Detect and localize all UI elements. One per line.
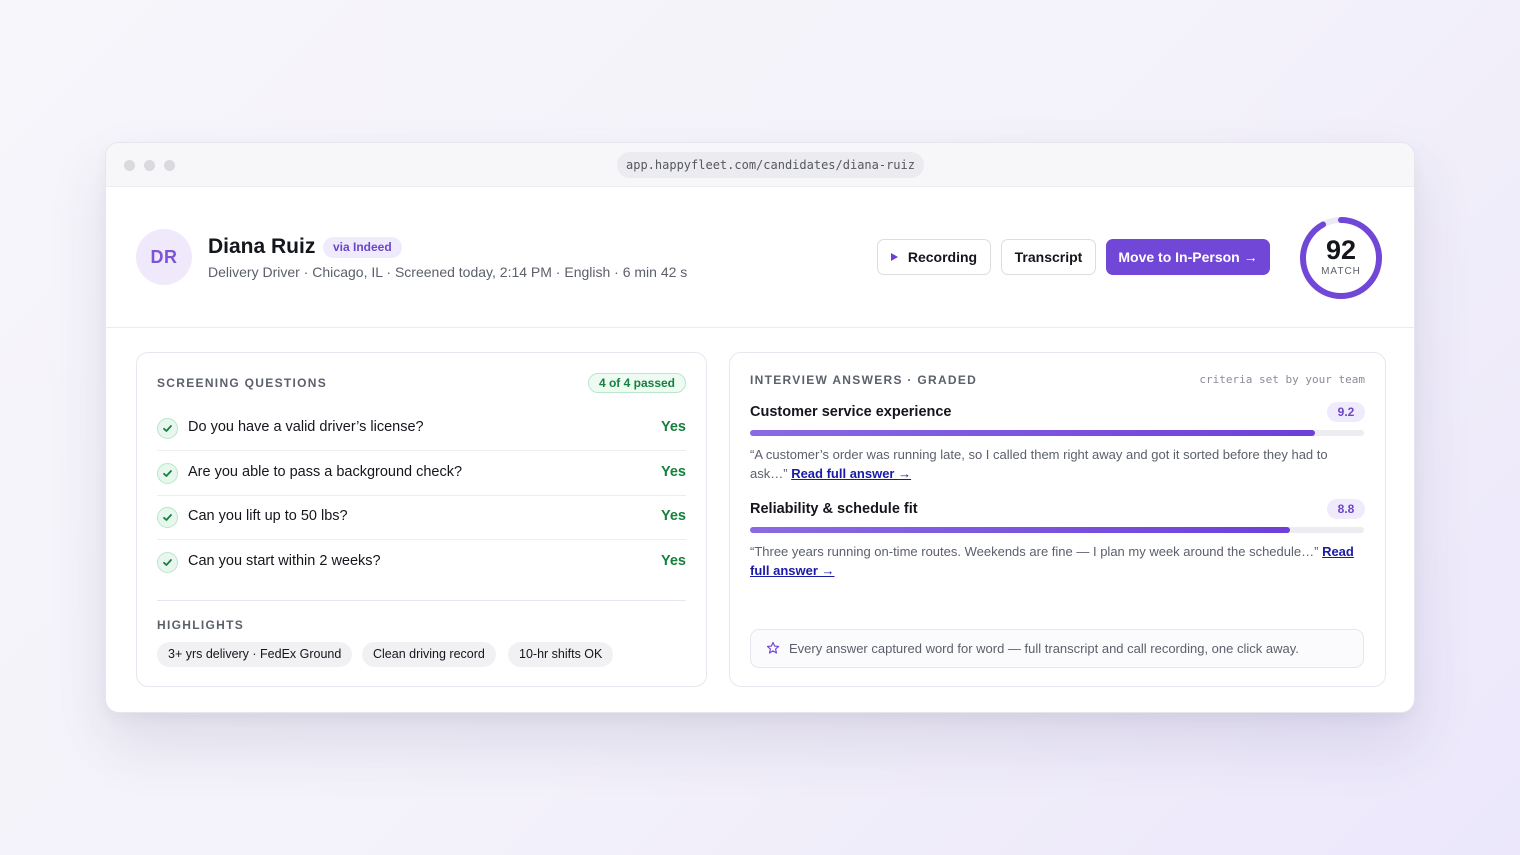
- highlight-chip: 3+ yrs delivery · FedEx Ground: [157, 642, 353, 667]
- candidate-meta: Delivery Driver · Chicago, IL · Screened…: [208, 264, 688, 280]
- highlight-chip: Clean driving record: [362, 642, 496, 667]
- question-text: Are you able to pass a background check?: [188, 464, 463, 480]
- question-text: Can you start within 2 weeks?: [188, 553, 381, 569]
- question-row: Can you lift up to 50 lbs? Yes: [157, 495, 686, 540]
- play-icon: [890, 253, 898, 261]
- candidate-name: Diana Ruiz: [208, 235, 316, 258]
- answer-title: Customer service experience: [750, 404, 952, 420]
- check-icon: [157, 552, 178, 573]
- read-full-answer-link[interactable]: Read full answer →: [791, 466, 911, 481]
- question-text: Do you have a valid driver’s license?: [188, 419, 424, 435]
- answer-quote: “A customer’s order was running late, so…: [750, 445, 1364, 483]
- interview-card: INTERVIEW ANSWERS · GRADED criteria set …: [729, 352, 1386, 687]
- capture-note: Every answer captured word for word — fu…: [750, 629, 1364, 668]
- question-answer: Yes: [661, 419, 686, 435]
- answer-title: Reliability & schedule fit: [750, 501, 918, 517]
- check-icon: [157, 463, 178, 484]
- question-row: Do you have a valid driver’s license? Ye…: [157, 406, 686, 451]
- highlights-title: HIGHLIGHTS: [157, 618, 244, 632]
- question-row: Are you able to pass a background check?…: [157, 451, 686, 496]
- question-text: Can you lift up to 50 lbs?: [188, 508, 348, 524]
- screening-card: SCREENING QUESTIONS 4 of 4 passed Do you…: [136, 352, 707, 687]
- note-text: Every answer captured word for word — fu…: [789, 641, 1299, 656]
- source-badge: via Indeed: [323, 237, 402, 258]
- score-bar-fill: [750, 527, 1291, 533]
- window-minimize-dot[interactable]: [144, 160, 155, 171]
- score-bar: [750, 527, 1364, 533]
- transcript-button[interactable]: Transcript: [1001, 239, 1096, 275]
- address-bar[interactable]: app.happyfleet.com/candidates/diana-ruiz: [617, 152, 924, 178]
- question-answer: Yes: [661, 553, 686, 569]
- browser-chrome: app.happyfleet.com/candidates/diana-ruiz: [106, 143, 1414, 187]
- highlight-chip: 10-hr shifts OK: [508, 642, 614, 667]
- question-row: Can you start within 2 weeks? Yes: [157, 540, 686, 585]
- interview-title: INTERVIEW ANSWERS · GRADED: [750, 373, 978, 387]
- quote-text: “Three years running on-time routes. Wee…: [750, 544, 1319, 559]
- answer-score: 8.8: [1327, 499, 1365, 519]
- window-zoom-dot[interactable]: [164, 160, 175, 171]
- score-bar: [750, 430, 1364, 436]
- answer-quote: “Three years running on-time routes. Wee…: [750, 542, 1364, 580]
- match-score-value: 92: [1325, 235, 1357, 265]
- match-score-label: MATCH: [1321, 266, 1361, 277]
- move-to-in-person-button[interactable]: Move to In-Person →: [1106, 239, 1270, 275]
- avatar: DR: [136, 229, 192, 285]
- answer-score: 9.2: [1327, 402, 1365, 422]
- match-score-ring: 92 MATCH: [1298, 215, 1384, 301]
- divider: [157, 600, 686, 601]
- window-close-dot[interactable]: [124, 160, 135, 171]
- question-answer: Yes: [661, 464, 686, 480]
- check-icon: [157, 507, 178, 528]
- screening-title: SCREENING QUESTIONS: [157, 376, 328, 390]
- check-icon: [157, 418, 178, 439]
- score-bar-fill: [750, 430, 1315, 436]
- browser-window: app.happyfleet.com/candidates/diana-ruiz…: [105, 142, 1415, 713]
- question-answer: Yes: [661, 508, 686, 524]
- passed-badge: 4 of 4 passed: [587, 373, 686, 393]
- criteria-note: criteria set by your team: [1199, 373, 1365, 386]
- recording-button[interactable]: Recording: [877, 239, 991, 275]
- candidate-header: DR Diana Ruiz via Indeed Delivery Driver…: [106, 187, 1414, 328]
- recording-label: Recording: [907, 249, 978, 265]
- star-icon: [766, 641, 780, 660]
